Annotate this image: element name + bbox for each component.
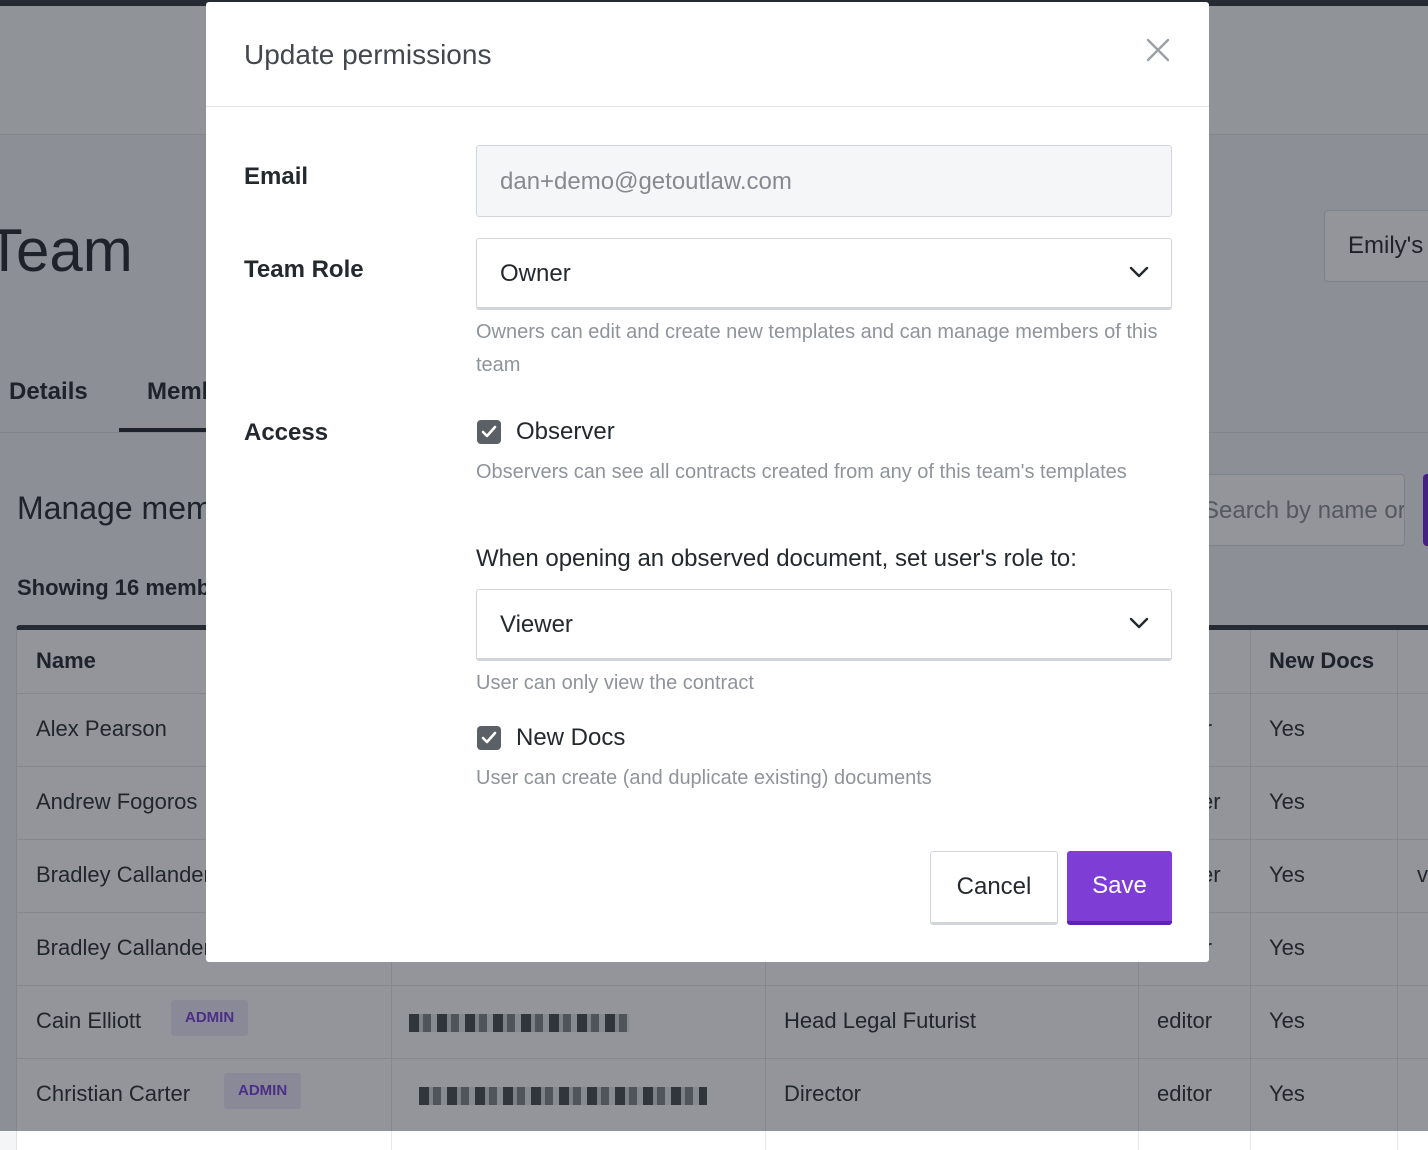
- dialog-header: Update permissions: [206, 2, 1209, 107]
- team-role-value: Owner: [500, 260, 571, 287]
- observed-role-help: User can only view the contract: [476, 672, 754, 694]
- close-icon[interactable]: [1142, 34, 1174, 66]
- chevron-down-icon: [1129, 617, 1149, 629]
- observed-role-value: Viewer: [500, 611, 573, 638]
- team-role-label: Team Role: [244, 256, 364, 283]
- new-docs-label: New Docs: [516, 724, 626, 751]
- observed-role-select[interactable]: Viewer: [476, 589, 1172, 661]
- observer-label: Observer: [516, 418, 615, 445]
- email-label: Email: [244, 163, 309, 190]
- access-label: Access: [244, 419, 329, 446]
- update-permissions-dialog: Update permissions Email dan+demo@getout…: [206, 2, 1209, 962]
- observed-role-label: When opening an observed document, set u…: [476, 545, 1077, 572]
- observer-help: Observers can see all contracts created …: [476, 461, 1127, 483]
- cancel-button[interactable]: Cancel: [930, 851, 1058, 925]
- checkbox-checked-icon: [477, 726, 501, 750]
- save-button[interactable]: Save: [1067, 851, 1172, 925]
- checkbox-checked-icon: [477, 420, 501, 444]
- team-role-select[interactable]: Owner: [476, 238, 1172, 310]
- dialog-title: Update permissions: [244, 39, 492, 70]
- new-docs-help: User can create (and duplicate existing)…: [476, 767, 932, 789]
- team-role-help: Owners can edit and create new templates…: [476, 321, 1158, 376]
- chevron-down-icon: [1129, 266, 1149, 278]
- email-field: dan+demo@getoutlaw.com: [476, 145, 1172, 217]
